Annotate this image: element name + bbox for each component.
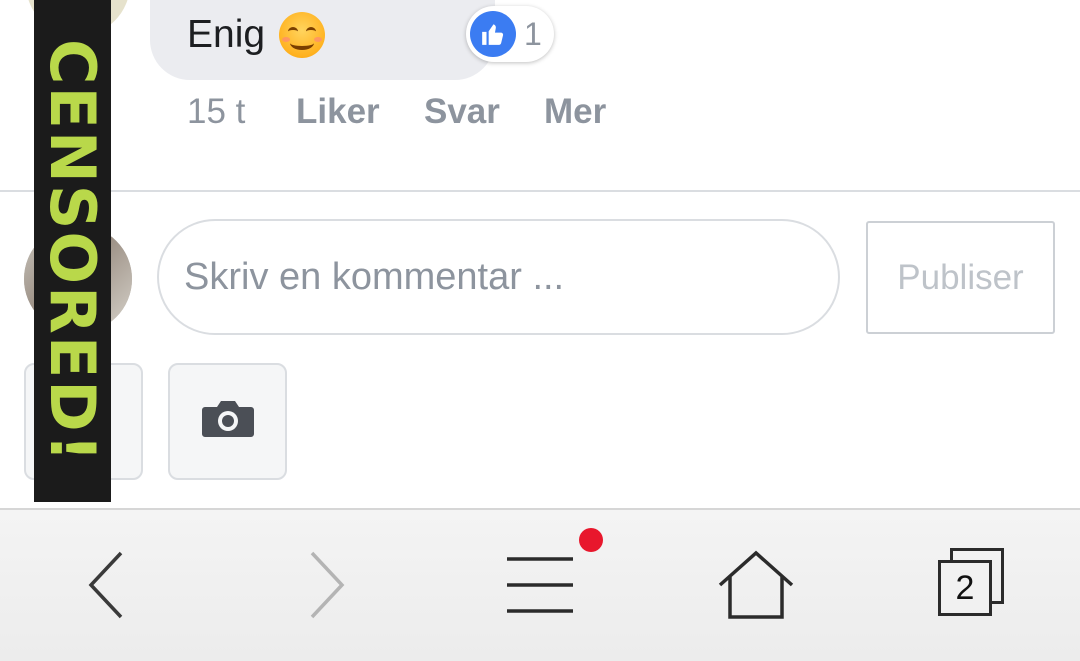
chevron-left-icon — [88, 551, 123, 619]
censored-overlay: CENSORED! — [34, 0, 111, 502]
notification-dot — [579, 528, 603, 552]
more-link[interactable]: Mer — [544, 92, 606, 132]
reaction-summary[interactable]: 1 — [466, 6, 554, 62]
camera-icon — [201, 399, 255, 444]
reply-link[interactable]: Svar — [424, 92, 500, 132]
censored-label: CENSORED! — [36, 38, 109, 464]
back-button[interactable] — [58, 540, 158, 630]
chevron-right-icon — [310, 551, 345, 619]
thumbs-up-icon — [470, 11, 516, 57]
divider — [0, 190, 1080, 192]
comment-input[interactable] — [157, 219, 840, 335]
reaction-count: 1 — [524, 15, 542, 52]
hamburger-menu-icon — [507, 557, 573, 613]
tabs-button[interactable]: 2 — [938, 560, 992, 616]
publish-button[interactable]: Publiser — [866, 221, 1055, 334]
menu-button[interactable] — [490, 540, 590, 630]
comment-text: Enig — [187, 13, 266, 56]
smiling-face-emoji-icon — [279, 12, 326, 58]
comment-content: Enig — [187, 12, 326, 58]
comment-timestamp: 15 t — [187, 92, 246, 131]
home-button[interactable] — [706, 540, 806, 630]
like-link[interactable]: Liker — [296, 92, 380, 132]
camera-button[interactable] — [168, 363, 287, 480]
forward-button[interactable] — [275, 540, 375, 630]
home-icon — [718, 550, 794, 619]
